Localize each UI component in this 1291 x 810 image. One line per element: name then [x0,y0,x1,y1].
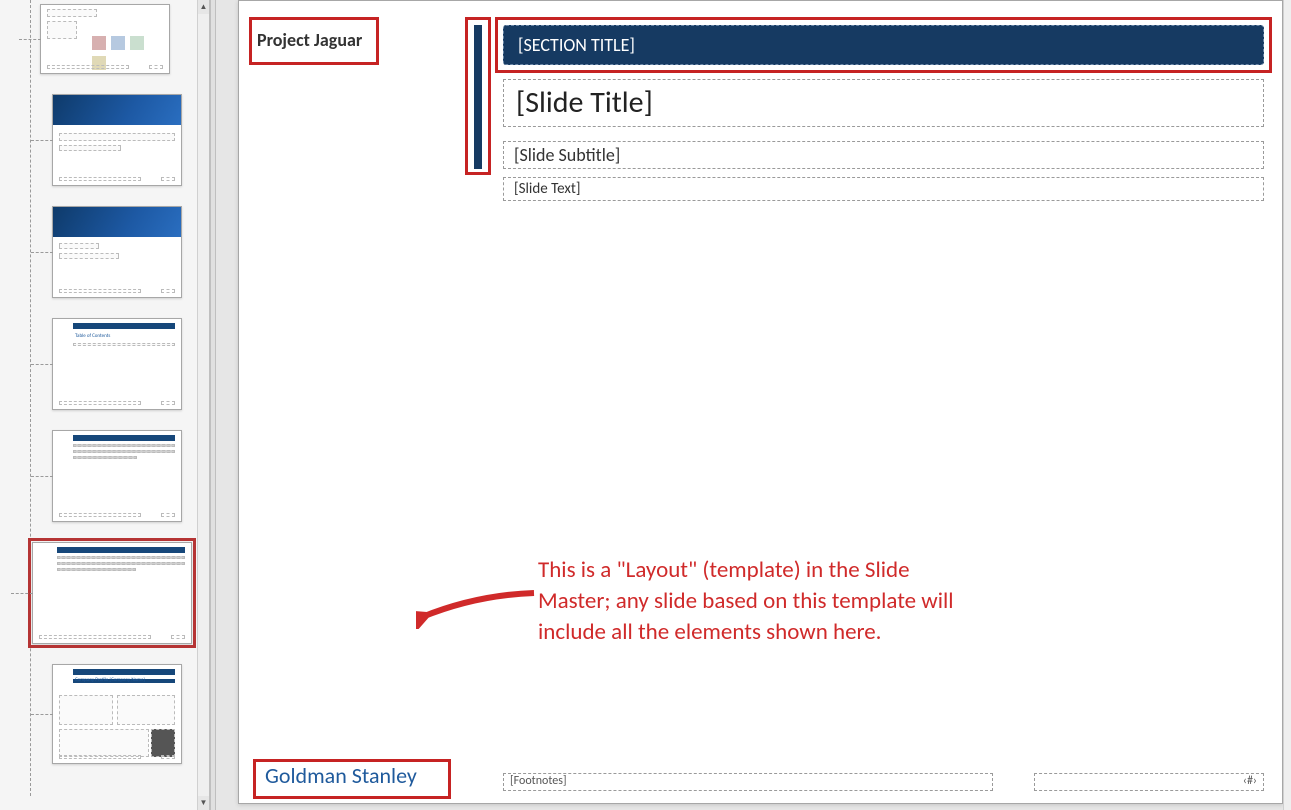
thumbnail-list: Table of Contents [0,0,197,796]
thumbnail-layout-company-profile[interactable]: Company Profile [Company Name] [52,664,182,764]
app-window: Table of Contents [0,0,1291,810]
slide-subtitle-placeholder[interactable]: [Slide Subtitle] [503,141,1264,169]
thumbnail-layout-toc[interactable]: Table of Contents [52,318,182,410]
thumbnail-scroll-down[interactable]: ▼ [198,796,209,810]
page-number-placeholder[interactable]: ‹#› [1034,773,1264,791]
thumbnail-master[interactable] [40,4,170,74]
slide-layout-surface[interactable]: Project Jaguar [SECTION TITLE] [Slide Ti… [238,0,1283,804]
section-title-placeholder[interactable]: [SECTION TITLE] [503,25,1264,65]
thumbnail-scrollbar[interactable]: ▲ ▼ [197,0,209,810]
slide-master-thumbnail-pane: Table of Contents [0,0,210,810]
thumbnail-layout-title-cover[interactable] [52,94,182,186]
slide-text-placeholder[interactable]: [Slide Text] [503,177,1264,201]
slide-editor-canvas: Project Jaguar [SECTION TITLE] [Slide Ti… [216,0,1291,810]
annotation-text: This is a "Layout" (template) in the Sli… [538,555,958,648]
slide-title-placeholder[interactable]: [Slide Title] [503,79,1264,127]
accent-vertical-bar[interactable] [474,25,482,169]
company-name-placeholder[interactable]: Goldman Stanley [265,762,417,789]
editor-scrollbar[interactable] [1283,0,1291,810]
project-name-placeholder[interactable]: Project Jaguar [257,29,362,51]
thumbnail-layout-section-cover[interactable] [52,206,182,298]
thumbnail-layout-content-b[interactable] [32,542,192,644]
thumbnail-scroll-up[interactable]: ▲ [198,0,209,14]
thumbnail-layout-content-a[interactable] [52,430,182,522]
footnotes-placeholder[interactable]: [Footnotes] [503,773,993,791]
